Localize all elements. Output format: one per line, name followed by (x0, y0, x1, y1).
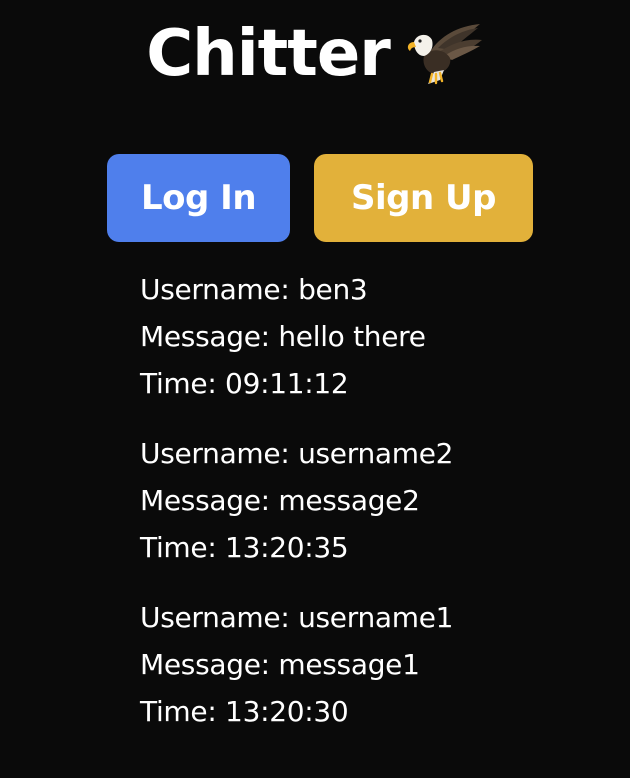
message-item: Username: ben3 Message: hello there Time… (140, 266, 600, 407)
eagle-icon (407, 24, 482, 85)
app-title: Chitter (146, 17, 391, 91)
message-time: Time: 09:11:12 (140, 367, 349, 400)
message-username: Username: username2 (140, 437, 454, 470)
auth-buttons: Log In Sign Up (107, 154, 533, 242)
message-username: Username: ben3 (140, 273, 368, 306)
message-time: Time: 13:20:30 (140, 695, 349, 728)
message-item: Username: username1 Message: message1 Ti… (140, 594, 600, 735)
message-text: Message: hello there (140, 320, 426, 353)
message-text: Message: message2 (140, 484, 420, 517)
message-feed: Username: ben3 Message: hello there Time… (140, 266, 600, 758)
message-item: Username: username2 Message: message2 Ti… (140, 430, 600, 571)
login-button[interactable]: Log In (107, 154, 290, 242)
message-time: Time: 13:20:35 (140, 531, 349, 564)
message-text: Message: message1 (140, 648, 420, 681)
header: Chitter (0, 18, 630, 90)
signup-button[interactable]: Sign Up (314, 154, 533, 242)
message-username: Username: username1 (140, 601, 454, 634)
